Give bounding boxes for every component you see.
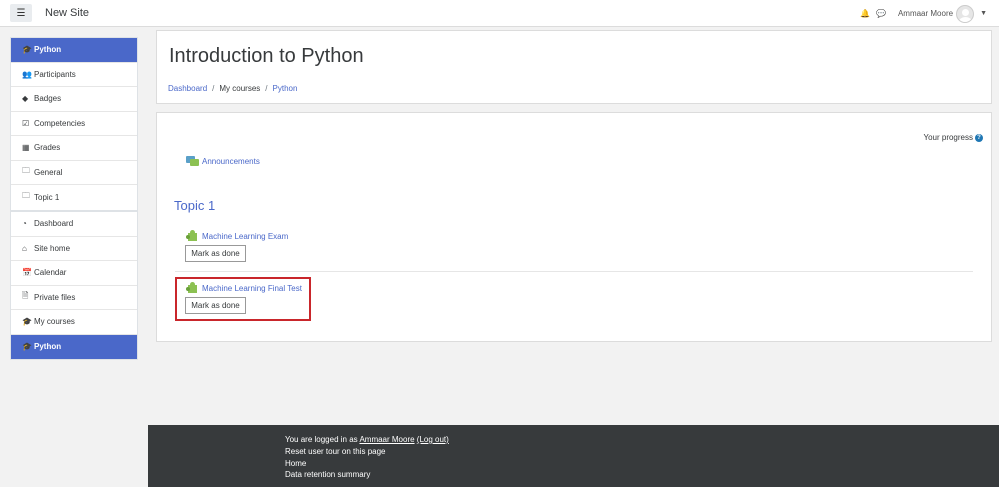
course-nav-group: 🎓 Python 👥 Participants ◆ Badges ☑ Compe…: [10, 37, 138, 211]
drawer-item-general[interactable]: 🗀 General: [11, 161, 137, 185]
logout-link[interactable]: (Log out): [417, 435, 449, 444]
announcements-link[interactable]: Announcements: [202, 157, 260, 166]
footer-home-link[interactable]: Home: [285, 459, 306, 468]
user-nav: 🔔 💬 Ammaar Moore ▼: [860, 0, 987, 27]
file-icon: 🗎: [22, 291, 29, 301]
breadcrumb: Dashboard / My courses / Python: [168, 84, 297, 93]
site-name[interactable]: New Site: [45, 7, 89, 19]
graduation-cap-icon: 🎓: [22, 317, 32, 327]
chevron-down-icon[interactable]: ▼: [980, 10, 987, 17]
section-title[interactable]: Topic 1: [174, 198, 215, 213]
drawer-item-dashboard[interactable]: ◔ Dashboard: [11, 212, 137, 237]
progress-label: Your progress ?: [923, 133, 983, 142]
reset-tour-link[interactable]: Reset user tour on this page: [285, 447, 386, 456]
activity-ml-final-test: Machine Learning Final Test: [186, 282, 302, 294]
dashboard-icon: ◔: [22, 219, 27, 229]
breadcrumb-separator: /: [265, 84, 268, 93]
home-icon: ⌂: [22, 243, 27, 253]
folder-icon: 🗀: [22, 191, 30, 201]
table-icon: ▦: [22, 143, 30, 153]
drawer-item-grades[interactable]: ▦ Grades: [11, 136, 137, 161]
site-nav-group: ◔ Dashboard ⌂ Site home 📅 Calendar 🗎 Pri…: [10, 211, 138, 360]
mark-as-done-button-exam[interactable]: Mark as done: [185, 245, 246, 262]
page-title: Introduction to Python: [169, 45, 364, 67]
page-header: Introduction to Python Dashboard / My co…: [156, 30, 992, 104]
drawer-item-private-files[interactable]: 🗎 Private files: [11, 286, 137, 310]
mark-as-done-button-final-test[interactable]: Mark as done: [185, 297, 246, 314]
calendar-icon: 📅: [22, 268, 32, 278]
folder-icon: 🗀: [22, 166, 30, 176]
drawer-item-python-course[interactable]: 🎓 Python: [11, 334, 137, 359]
check-square-icon: ☑: [22, 118, 30, 128]
breadcrumb-my-courses: My courses: [219, 84, 261, 93]
avatar[interactable]: [956, 4, 975, 23]
shield-icon: ◆: [22, 94, 29, 104]
drawer-item-participants[interactable]: 👥 Participants: [11, 63, 137, 87]
top-navbar: ☰ New Site 🔔 💬 Ammaar Moore ▼: [0, 0, 999, 27]
course-content: Your progress ? Announcements Topic 1 Ma…: [156, 112, 992, 342]
ml-final-test-link[interactable]: Machine Learning Final Test: [202, 284, 302, 293]
divider: [175, 271, 973, 272]
drawer-item-topic-1[interactable]: 🗀 Topic 1: [11, 185, 137, 210]
drawer-item-calendar[interactable]: 📅 Calendar: [11, 261, 137, 286]
help-icon[interactable]: ?: [975, 133, 983, 142]
announcements-activity: Announcements: [186, 156, 260, 166]
login-info: You are logged in as Ammaar Moore (Log o…: [285, 435, 449, 444]
data-retention-link[interactable]: Data retention summary: [285, 470, 370, 479]
drawer-item-competencies[interactable]: ☑ Competencies: [11, 112, 137, 136]
puzzle-icon: [186, 230, 199, 242]
bell-icon[interactable]: 🔔: [860, 9, 870, 18]
page-footer: You are logged in as Ammaar Moore (Log o…: [148, 425, 999, 487]
users-icon: 👥: [22, 69, 32, 79]
graduation-cap-icon: 🎓: [22, 45, 32, 55]
user-menu-name[interactable]: Ammaar Moore: [898, 9, 953, 18]
breadcrumb-dashboard[interactable]: Dashboard: [168, 84, 207, 93]
forum-icon: [186, 156, 199, 166]
drawer-toggle-button[interactable]: ☰: [10, 4, 32, 22]
hamburger-icon: ☰: [16, 7, 26, 19]
breadcrumb-python[interactable]: Python: [273, 84, 298, 93]
drawer-item-python[interactable]: 🎓 Python: [11, 38, 137, 63]
breadcrumb-separator: /: [212, 84, 215, 93]
nav-drawer: 🎓 Python 👥 Participants ◆ Badges ☑ Compe…: [0, 27, 148, 487]
message-icon[interactable]: 💬: [876, 9, 886, 18]
ml-exam-link[interactable]: Machine Learning Exam: [202, 232, 288, 241]
drawer-item-badges[interactable]: ◆ Badges: [11, 87, 137, 112]
footer-user-link[interactable]: Ammaar Moore: [359, 435, 414, 444]
drawer-item-my-courses[interactable]: 🎓 My courses: [11, 310, 137, 335]
drawer-item-site-home[interactable]: ⌂ Site home: [11, 237, 137, 261]
puzzle-icon: [186, 282, 199, 294]
graduation-cap-icon: 🎓: [22, 342, 32, 352]
activity-ml-exam: Machine Learning Exam: [186, 230, 288, 242]
